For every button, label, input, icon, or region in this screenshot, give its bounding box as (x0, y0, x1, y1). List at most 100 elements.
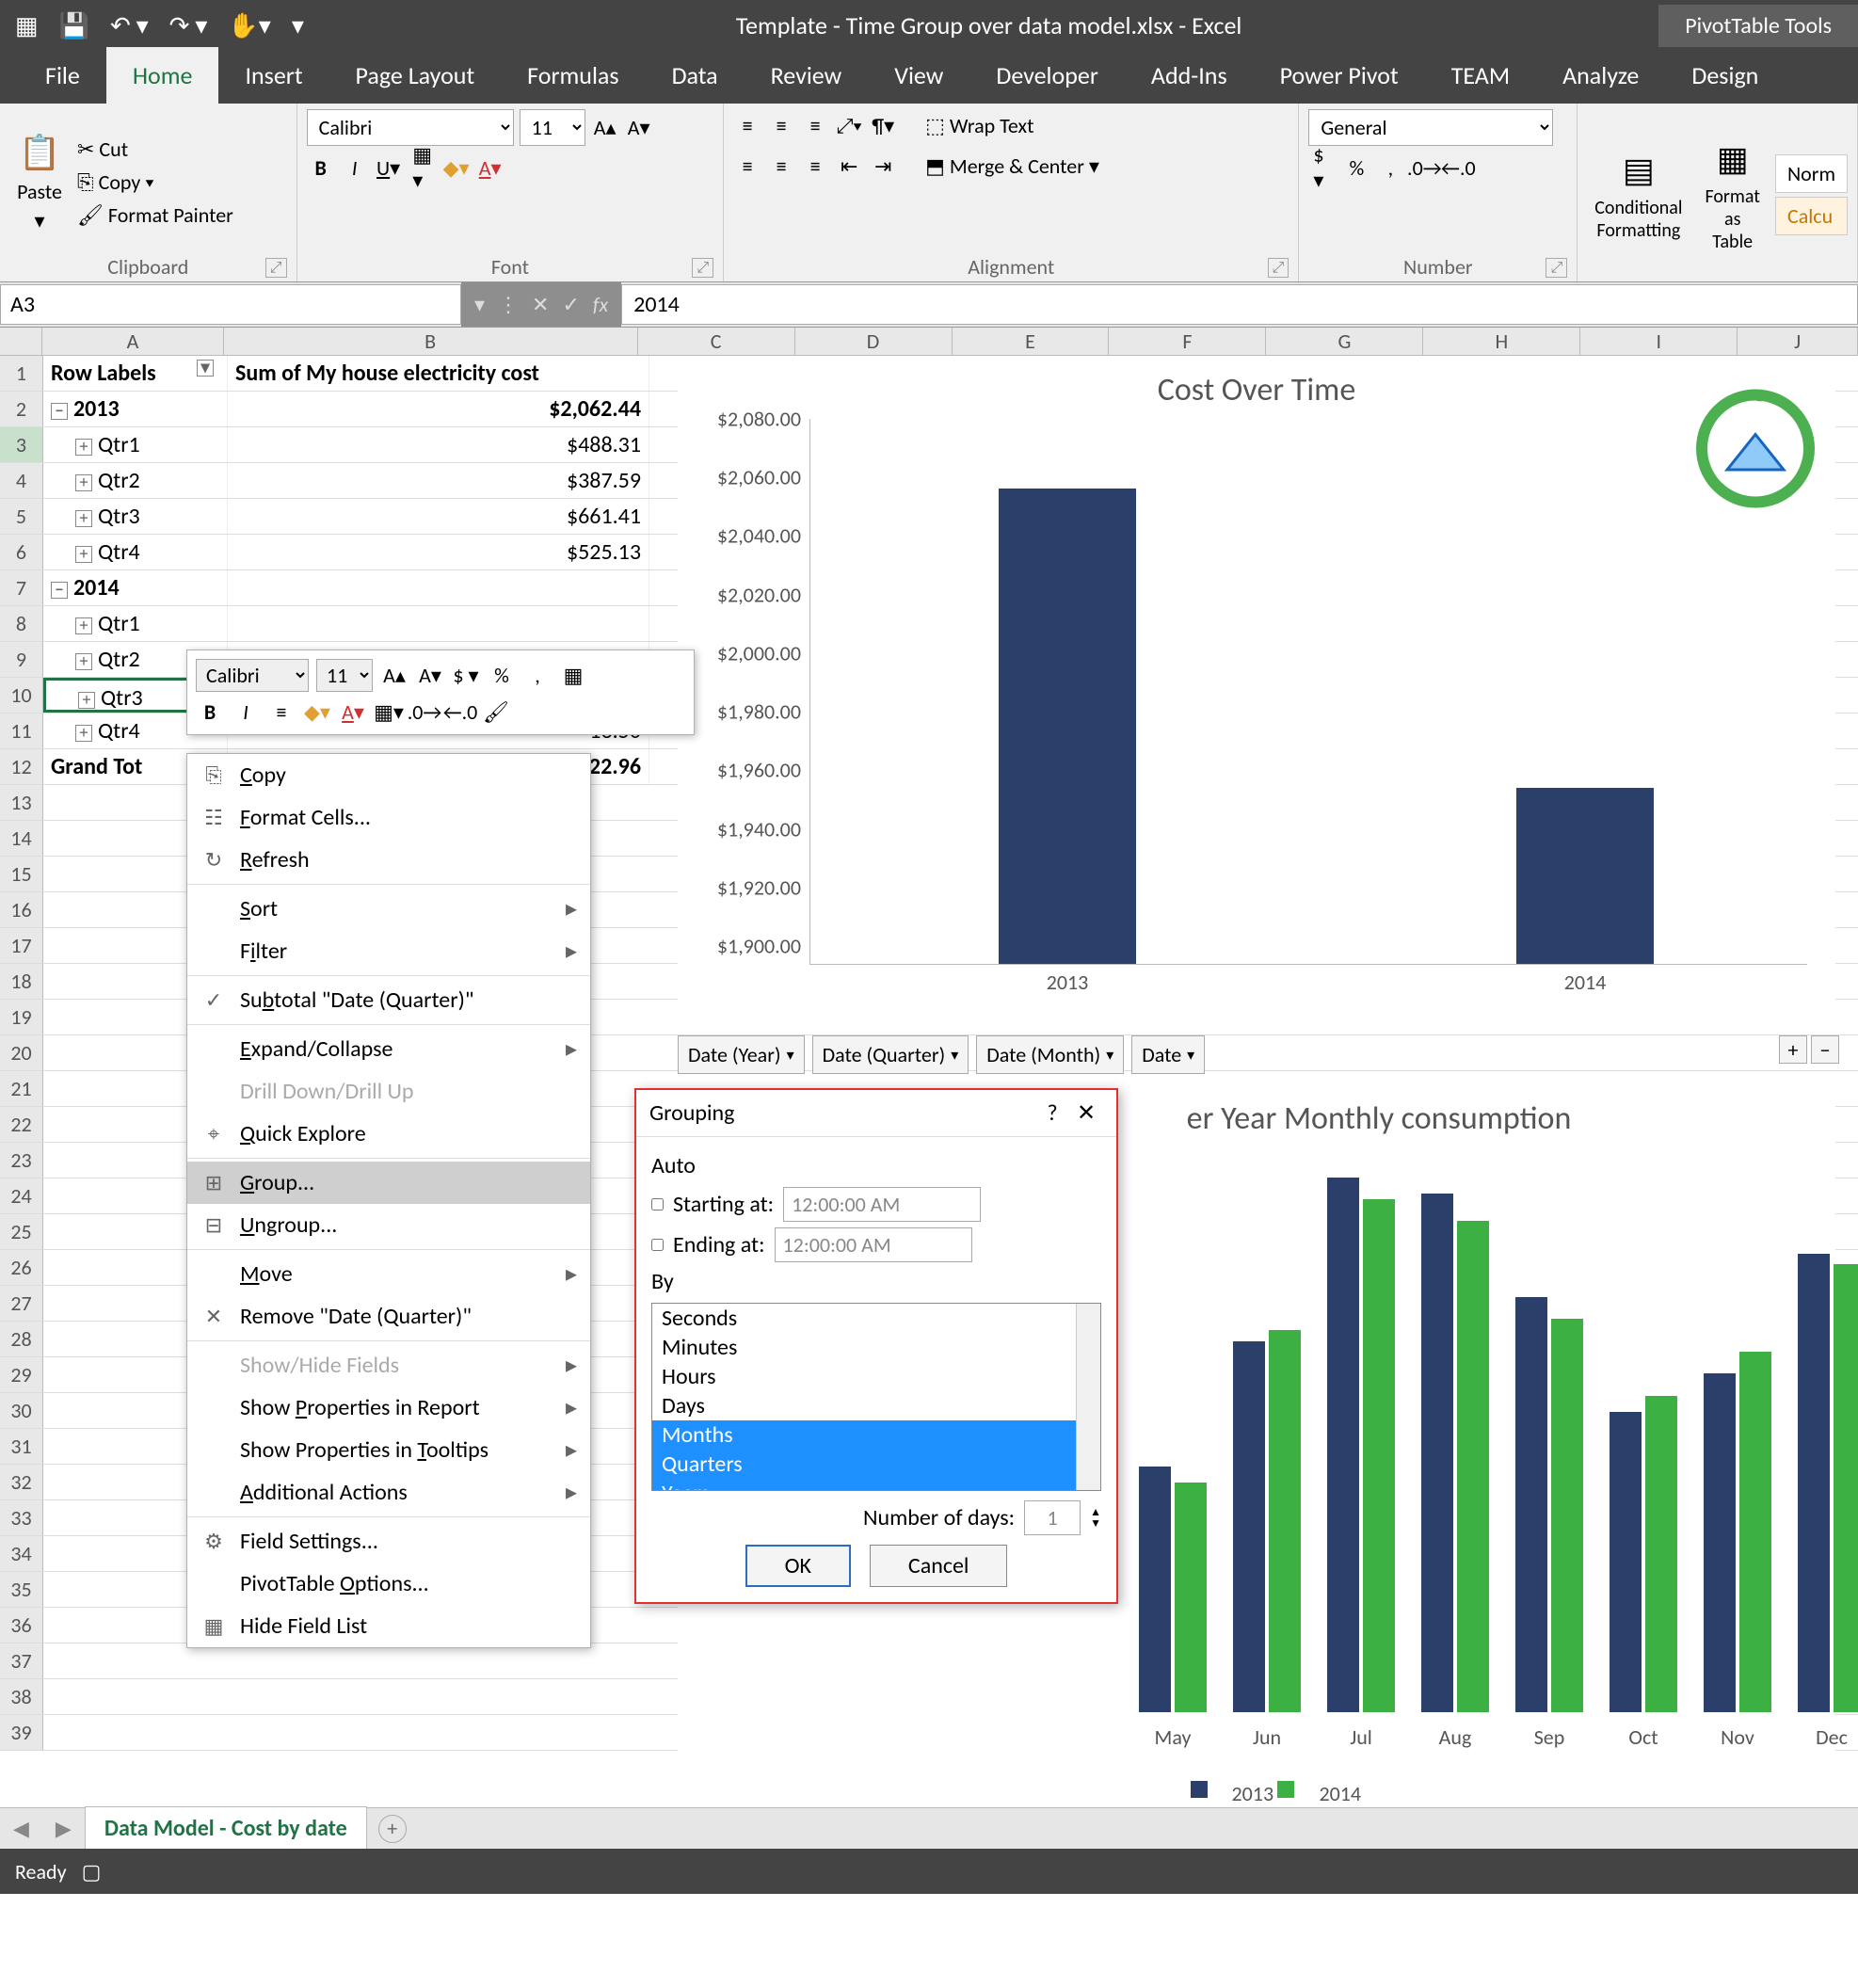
pivot-header-rowlabels[interactable]: Row Labels ▾ (43, 356, 228, 391)
bold-button[interactable]: B (196, 697, 224, 726)
row-header[interactable]: 19 (0, 1000, 43, 1034)
align-top-icon[interactable]: ≡ (733, 112, 761, 140)
copy-button[interactable]: ⎘ Copy ▾ (77, 169, 233, 195)
bold-button[interactable]: B (307, 153, 335, 182)
comma-icon[interactable]: , (523, 662, 552, 690)
font-name-select[interactable]: Calibri (307, 109, 514, 146)
expand-collapse-icon[interactable]: + (75, 439, 92, 456)
number-of-days-input[interactable] (1024, 1500, 1081, 1535)
row-header[interactable]: 10 (0, 678, 43, 713)
pivot-header-values[interactable]: Sum of My house electricity cost (228, 356, 649, 391)
spinner-down-icon[interactable]: ▼ (1090, 1518, 1101, 1530)
pivot-cell[interactable]: $661.41 (228, 499, 649, 534)
menu-item[interactable]: ▦Hide Field List (187, 1605, 590, 1647)
decrease-font-icon[interactable]: A▾ (416, 662, 444, 690)
font-size-select[interactable]: 11 (520, 109, 585, 146)
format-painter-icon[interactable]: 🖌 (482, 697, 510, 726)
menu-item[interactable]: Additional Actions▸ (187, 1471, 590, 1514)
row-header[interactable]: 28 (0, 1322, 43, 1356)
decrease-indent-icon[interactable]: ⇤ (835, 152, 863, 181)
pivot-cell[interactable]: −2013 (43, 392, 228, 426)
pivot-cell[interactable]: +Qtr1 (43, 427, 228, 462)
cut-button[interactable]: ✂ Cut (77, 136, 233, 162)
currency-icon[interactable]: $ ▾ (452, 662, 480, 690)
row-header[interactable]: 31 (0, 1429, 43, 1464)
redo-icon[interactable]: ↷ ▾ (169, 10, 208, 40)
tab-analyze[interactable]: Analyze (1536, 47, 1665, 104)
menu-item[interactable]: Filter▸ (187, 930, 590, 972)
row-header[interactable]: 27 (0, 1286, 43, 1321)
fill-color-button[interactable]: ◆▾ (303, 697, 331, 726)
number-format-select[interactable]: General (1308, 109, 1553, 146)
increase-font-icon[interactable]: A▴ (591, 114, 619, 142)
tab-team[interactable]: TEAM (1425, 47, 1536, 104)
chart-cost-over-time[interactable]: Cost Over Time $1,900.00$1,920.00$1,940.… (678, 365, 1835, 1024)
expand-collapse-icon[interactable]: + (75, 617, 92, 634)
menu-item[interactable]: PivotTable Options... (187, 1563, 590, 1605)
pivot-cell[interactable]: $488.31 (228, 427, 649, 462)
align-center-icon[interactable]: ≡ (767, 152, 795, 181)
col-header[interactable]: G (1266, 328, 1423, 355)
tab-data[interactable]: Data (646, 47, 745, 104)
comma-icon[interactable]: , (1376, 153, 1404, 182)
menu-item[interactable]: ⚙Field Settings... (187, 1520, 590, 1563)
row-header[interactable]: 32 (0, 1465, 43, 1499)
row-header[interactable]: 21 (0, 1071, 43, 1106)
align-right-icon[interactable]: ≡ (801, 152, 829, 181)
row-header[interactable]: 37 (0, 1643, 43, 1678)
font-color-button[interactable]: A▾ (339, 697, 367, 726)
sheet-nav-next-icon[interactable]: ▶ (42, 1816, 85, 1841)
col-header[interactable]: D (795, 328, 953, 355)
mini-font-size[interactable]: 11 (316, 659, 373, 692)
orientation-icon[interactable]: ⤢▾ (835, 112, 863, 140)
fx-icon[interactable]: fx (593, 292, 608, 317)
row-header[interactable]: 25 (0, 1214, 43, 1249)
row-header[interactable]: 9 (0, 642, 43, 677)
align-bottom-icon[interactable]: ≡ (801, 112, 829, 140)
by-option[interactable]: Years (652, 1479, 1100, 1491)
fill-color-button[interactable]: ◆▾ (442, 153, 471, 182)
mini-font-name[interactable]: Calibri (196, 659, 309, 692)
tab-page-layout[interactable]: Page Layout (329, 47, 502, 104)
menu-item[interactable]: ⌖Quick Explore (187, 1113, 590, 1155)
name-box[interactable] (0, 284, 461, 325)
sheet-tab-active[interactable]: Data Model - Cost by date (85, 1806, 367, 1851)
expand-collapse-icon[interactable]: + (75, 546, 92, 563)
row-header[interactable]: 14 (0, 821, 43, 856)
borders-icon[interactable]: ▦ (559, 662, 587, 690)
tab-formulas[interactable]: Formulas (501, 47, 645, 104)
macro-record-icon[interactable]: ▢ (82, 1859, 102, 1884)
by-option[interactable]: Days (652, 1391, 1100, 1420)
tab-review[interactable]: Review (745, 47, 869, 104)
underline-button[interactable]: U ▾ (375, 153, 403, 182)
menu-item[interactable]: ⎘Copy (187, 754, 590, 796)
by-listbox[interactable]: SecondsMinutesHoursDaysMonthsQuartersYea… (651, 1303, 1101, 1491)
menu-item[interactable]: ✕Remove "Date (Quarter)" (187, 1295, 590, 1338)
font-color-button[interactable]: A▾ (476, 153, 505, 182)
align-middle-icon[interactable]: ≡ (767, 112, 795, 140)
by-option[interactable]: Seconds (652, 1304, 1100, 1333)
merge-center-button[interactable]: ⬒ Merge & Center ▾ (921, 150, 1103, 183)
decrease-decimal-icon[interactable]: ←.0 (446, 697, 474, 726)
by-option[interactable]: Minutes (652, 1333, 1100, 1362)
sheet-nav-prev-icon[interactable]: ◀ (0, 1816, 42, 1841)
increase-decimal-icon[interactable]: .0→ (1410, 153, 1438, 182)
undo-icon[interactable]: ↶ ▾ (110, 10, 149, 40)
touch-mode-icon[interactable]: ✋▾ (228, 10, 270, 40)
row-header[interactable]: 20 (0, 1035, 43, 1070)
col-header[interactable]: J (1738, 328, 1858, 355)
tab-file[interactable]: File (19, 47, 106, 104)
row-header[interactable]: 6 (0, 535, 43, 569)
filter-date[interactable]: Date (1131, 1035, 1205, 1074)
close-icon[interactable]: ✕ (1069, 1099, 1103, 1127)
text-direction-icon[interactable]: ¶▾ (869, 112, 897, 140)
percent-icon[interactable]: % (1342, 153, 1370, 182)
row-header[interactable]: 24 (0, 1178, 43, 1213)
menu-item[interactable]: Show Properties in Tooltips▸ (187, 1429, 590, 1471)
align-icon[interactable]: ≡ (267, 697, 296, 726)
select-all-corner[interactable] (0, 328, 42, 355)
new-sheet-button[interactable]: + (378, 1815, 407, 1843)
dialog-launcher-icon[interactable]: ⤢ (1546, 258, 1567, 278)
filter-date-year[interactable]: Date (Year) (678, 1035, 805, 1074)
cancel-button[interactable]: Cancel (870, 1545, 1008, 1587)
